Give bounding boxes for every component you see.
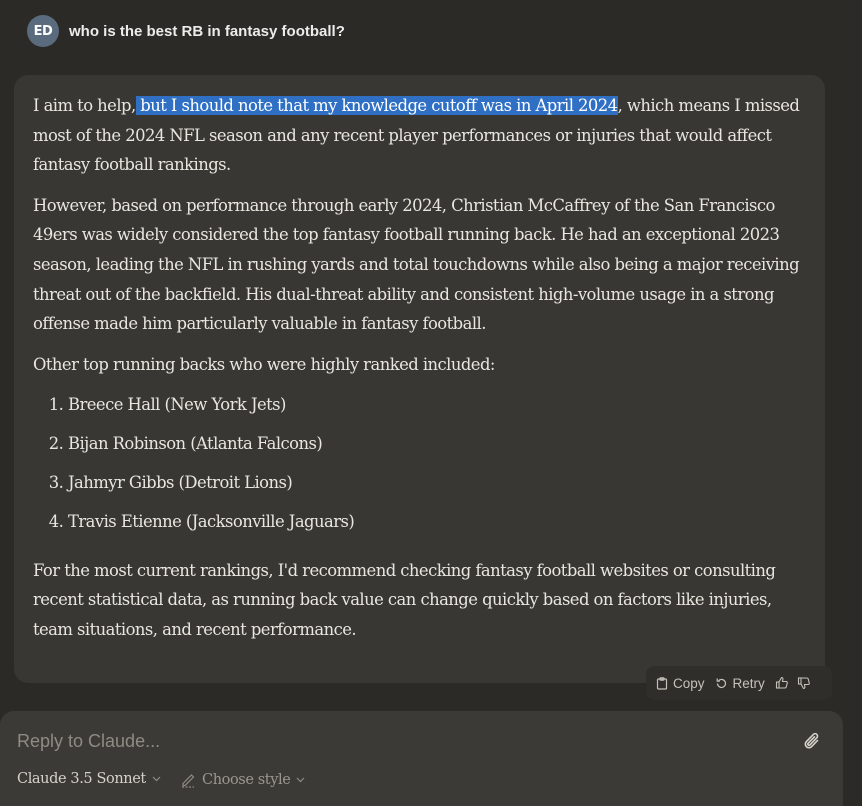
copy-label: Copy	[673, 675, 705, 691]
response-text: I aim to help,	[33, 96, 136, 115]
reply-composer: Reply to Claude... Claude 3.5 Sonnet Cho…	[0, 711, 843, 806]
assistant-response: I aim to help, but I should note that my…	[14, 75, 825, 683]
list-item: Jahmyr Gibbs (Detroit Lions)	[68, 468, 806, 507]
running-backs-list: Breece Hall (New York Jets) Bijan Robins…	[33, 390, 806, 545]
reply-input[interactable]: Reply to Claude...	[17, 731, 160, 752]
style-label: Choose style	[202, 771, 291, 788]
avatar: ED	[27, 15, 59, 47]
list-item: Breece Hall (New York Jets)	[68, 390, 806, 429]
response-paragraph-1: I aim to help, but I should note that my…	[33, 91, 806, 180]
paperclip-icon	[804, 732, 819, 749]
thumbs-up-icon	[775, 676, 788, 689]
list-item: Bijan Robinson (Atlanta Falcons)	[68, 429, 806, 468]
style-selector[interactable]: Choose style	[180, 771, 305, 788]
copy-button[interactable]: Copy	[656, 676, 705, 691]
attach-button[interactable]	[803, 731, 821, 755]
user-message: ED who is the best RB in fantasy footbal…	[27, 15, 345, 47]
response-paragraph-4: For the most current rankings, I'd recom…	[33, 560, 776, 639]
model-selector[interactable]: Claude 3.5 Sonnet	[17, 771, 161, 787]
chevron-down-icon	[152, 776, 161, 782]
message-actions: Copy Retry	[646, 666, 832, 700]
response-paragraph-3: Other top running backs who were highly …	[33, 354, 495, 374]
retry-label: Retry	[732, 675, 765, 691]
thumbs-down-button[interactable]	[797, 676, 811, 690]
clipboard-icon	[656, 676, 668, 690]
pen-style-icon	[182, 774, 195, 788]
model-label: Claude 3.5 Sonnet	[17, 771, 146, 787]
list-item: Travis Etienne (Jacksonville Jaguars)	[68, 507, 806, 546]
thumbs-up-button[interactable]	[775, 676, 789, 690]
retry-button[interactable]: Retry	[715, 676, 765, 691]
response-paragraph-2: However, based on performance through ea…	[33, 195, 800, 334]
chevron-down-icon	[296, 777, 305, 783]
user-message-text: who is the best RB in fantasy football?	[69, 22, 345, 40]
retry-icon	[716, 678, 726, 688]
thumbs-down-icon	[797, 677, 810, 690]
selected-text[interactable]: but I should note that my knowledge cuto…	[135, 96, 618, 115]
